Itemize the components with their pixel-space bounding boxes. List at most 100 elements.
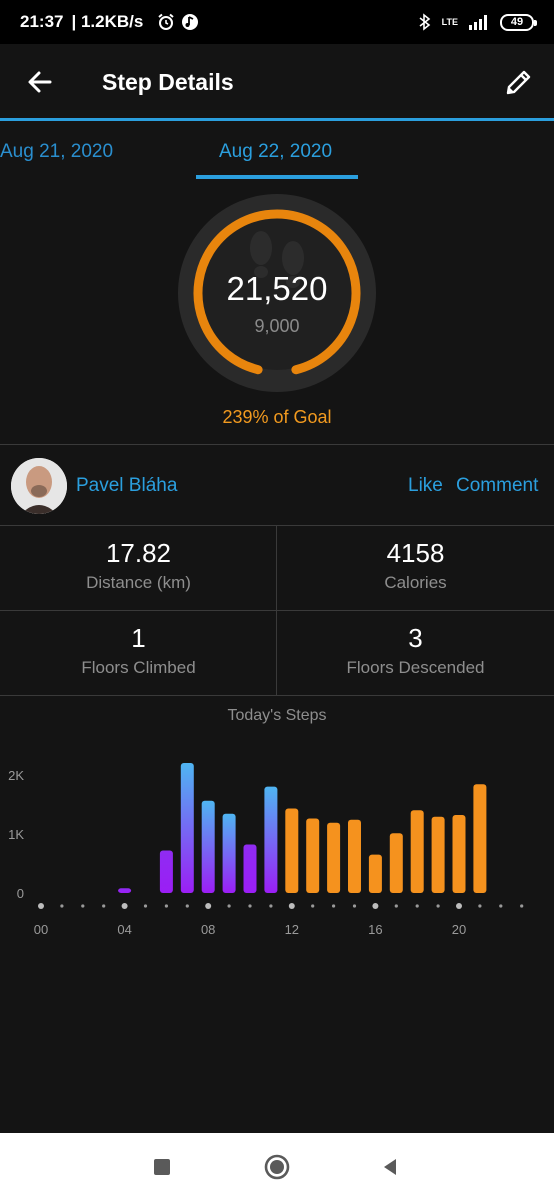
chart-title: Today's Steps bbox=[227, 707, 327, 724]
tab-indicator bbox=[196, 175, 358, 179]
bar bbox=[452, 815, 466, 893]
app-bar: Step Details bbox=[0, 44, 554, 120]
nav-back-button[interactable] bbox=[376, 1153, 404, 1181]
bar bbox=[389, 833, 403, 893]
x-axis-dot bbox=[456, 903, 462, 909]
x-axis: 00 04 08 12 16 20 bbox=[34, 922, 466, 937]
recents-button[interactable] bbox=[148, 1153, 176, 1181]
y-tick-label: 2K bbox=[8, 768, 24, 783]
y-tick-label: 1K bbox=[8, 827, 24, 842]
x-axis-dot bbox=[60, 904, 64, 908]
x-axis-dot bbox=[372, 903, 379, 909]
back-button[interactable] bbox=[0, 44, 80, 120]
network-label: LTE bbox=[441, 16, 458, 27]
x-axis-dot bbox=[394, 904, 398, 908]
stat-distance: 17.82 Distance (km) bbox=[0, 526, 277, 610]
bluetooth-icon bbox=[419, 13, 430, 31]
x-axis-dot bbox=[38, 903, 44, 909]
bar bbox=[159, 850, 173, 893]
x-axis-dot bbox=[102, 904, 106, 908]
x-axis-dot bbox=[499, 904, 503, 908]
page-title: Step Details bbox=[102, 68, 234, 95]
like-button[interactable]: Like bbox=[408, 475, 443, 497]
status-bar: 21:37 | 1.2KB/s LTE 49 bbox=[0, 0, 554, 44]
y-tick-label: 0 bbox=[17, 886, 24, 901]
distance-label: Distance (km) bbox=[86, 573, 191, 592]
calories-value: 4158 bbox=[386, 538, 445, 568]
tab-current-date[interactable]: Aug 22, 2020 bbox=[219, 141, 332, 163]
x-axis-dot bbox=[81, 904, 85, 908]
x-tick-label: 04 bbox=[117, 922, 131, 937]
circle-home-icon bbox=[264, 1154, 290, 1180]
x-axis-dot bbox=[332, 904, 336, 908]
x-axis-dot bbox=[352, 904, 357, 908]
steps-progress-ring: 21,520 9,000 bbox=[176, 192, 378, 394]
step-count: 21,520 bbox=[226, 270, 328, 307]
distance-value: 17.82 bbox=[105, 538, 172, 568]
status-right: LTE 49 bbox=[418, 13, 537, 31]
bar bbox=[410, 810, 424, 893]
stat-calories: 4158 Calories bbox=[277, 526, 554, 610]
bar bbox=[368, 854, 382, 893]
alarm-icon bbox=[158, 13, 174, 30]
todays-steps-chart: 0 1K 2K 00 04 08 12 16 20 bbox=[8, 763, 524, 937]
system-nav-bar bbox=[0, 1133, 554, 1200]
x-axis-dots bbox=[38, 903, 524, 909]
floors-descended-label: Floors Descended bbox=[346, 658, 485, 677]
x-axis-dot bbox=[520, 904, 524, 908]
screen: 21:37 | 1.2KB/s LTE 49 Step Details Aug … bbox=[0, 0, 554, 1200]
person-photo-icon bbox=[11, 458, 67, 514]
user-name-link[interactable]: Pavel Bláha bbox=[76, 475, 177, 497]
stat-floors-descended: 3 Floors Descended bbox=[277, 611, 554, 695]
x-axis-dot bbox=[478, 904, 482, 908]
x-axis-dot bbox=[185, 904, 189, 908]
edit-button[interactable] bbox=[484, 44, 554, 120]
status-app-icons bbox=[157, 13, 199, 31]
status-speed: | 1.2KB/s bbox=[71, 12, 144, 31]
battery-indicator: 49 bbox=[500, 13, 537, 31]
social-row: Pavel Bláha Like Comment bbox=[0, 445, 554, 525]
x-axis-dot bbox=[205, 903, 212, 909]
bar bbox=[118, 888, 132, 893]
step-goal: 9,000 bbox=[254, 316, 300, 336]
battery-level: 49 bbox=[510, 16, 524, 28]
floors-climbed-label: Floors Climbed bbox=[81, 658, 196, 677]
x-tick-label: 12 bbox=[285, 922, 299, 937]
bar bbox=[222, 813, 236, 893]
floors-descended-value: 3 bbox=[408, 623, 423, 653]
vertical-divider bbox=[276, 526, 277, 695]
bar bbox=[285, 808, 299, 893]
x-axis-dot bbox=[143, 904, 148, 908]
tab-previous-date[interactable]: Aug 21, 2020 bbox=[0, 141, 113, 163]
x-tick-label: 16 bbox=[368, 922, 382, 937]
signal-icon bbox=[469, 15, 487, 30]
home-button[interactable] bbox=[263, 1153, 291, 1181]
x-axis-dot bbox=[311, 904, 315, 908]
bars bbox=[118, 763, 487, 893]
bar bbox=[243, 844, 257, 893]
x-axis-dot bbox=[121, 903, 128, 909]
x-axis-dot bbox=[436, 904, 440, 908]
calories-label: Calories bbox=[384, 573, 447, 592]
x-axis-dot bbox=[415, 904, 419, 908]
status-time: 21:37 bbox=[20, 12, 64, 31]
back-arrow-icon bbox=[28, 71, 52, 93]
x-tick-label: 00 bbox=[34, 922, 48, 937]
y-axis: 0 1K 2K bbox=[8, 768, 24, 901]
triangle-back-icon bbox=[384, 1159, 396, 1175]
x-tick-label: 08 bbox=[201, 922, 215, 937]
avatar[interactable] bbox=[11, 458, 67, 514]
pencil-icon bbox=[506, 70, 531, 95]
comment-button[interactable]: Comment bbox=[456, 475, 538, 497]
x-axis-dot bbox=[248, 904, 252, 908]
music-icon bbox=[182, 14, 199, 30]
bar bbox=[327, 822, 341, 893]
bar bbox=[431, 816, 445, 893]
bar bbox=[348, 819, 361, 893]
x-tick-label: 20 bbox=[452, 922, 466, 937]
bar bbox=[306, 818, 320, 893]
stat-floors-climbed: 1 Floors Climbed bbox=[0, 611, 277, 695]
x-axis-dot bbox=[269, 904, 273, 908]
x-axis-dot bbox=[288, 903, 295, 909]
bar bbox=[473, 784, 487, 893]
